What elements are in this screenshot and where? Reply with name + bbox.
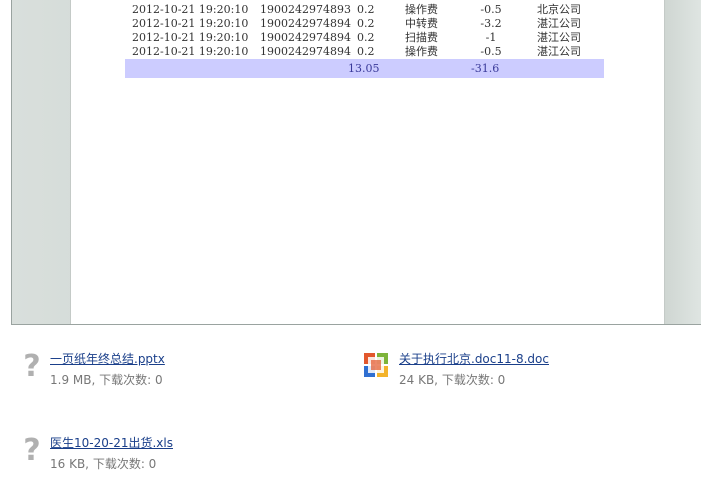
cell-type: 扫描费	[405, 31, 438, 44]
cell-weight: 0.2	[357, 17, 375, 30]
attachment-item: ? 医生10-20-21出货.xls 16 KB, 下载次数: 0	[19, 435, 319, 475]
total-row: 13.05 -31.6	[125, 59, 604, 78]
cell-weight: 0.2	[357, 31, 375, 44]
cell-code: 1900242974894	[260, 45, 351, 58]
cell-type: 操作费	[405, 45, 438, 58]
preview-page: 2012-10-21 19:20:10 1900242974893 0.2 操作…	[70, 0, 665, 324]
attachment-meta: 24 KB, 下载次数: 0	[399, 373, 506, 387]
total-amount: -31.6	[471, 62, 500, 75]
office-doc-icon	[362, 351, 388, 383]
cell-amount: -0.5	[480, 45, 502, 58]
cell-company: 北京公司	[537, 3, 581, 16]
cell-code: 1900242974893	[260, 3, 351, 16]
cell-time: 2012-10-21 19:20:10	[132, 17, 249, 30]
unknown-file-icon: ?	[23, 433, 41, 468]
cell-type: 操作费	[405, 3, 438, 16]
cell-weight: 0.2	[357, 3, 375, 16]
attachment-link[interactable]: 关于执行北京.doc11-8.doc	[399, 351, 549, 367]
cell-amount: -3.2	[480, 17, 502, 30]
unknown-file-icon: ?	[23, 349, 41, 384]
attachment-meta: 1.9 MB, 下载次数: 0	[50, 373, 163, 387]
total-weight: 13.05	[348, 62, 380, 75]
cell-amount: -1	[485, 31, 497, 44]
attachment-meta: 16 KB, 下载次数: 0	[50, 457, 157, 471]
attachment-link[interactable]: 一页纸年终总结.pptx	[50, 351, 165, 367]
cell-amount: -0.5	[480, 3, 502, 16]
cell-time: 2012-10-21 19:20:10	[132, 31, 249, 44]
attachment-item: ? 一页纸年终总结.pptx 1.9 MB, 下载次数: 0	[19, 351, 319, 391]
cell-company: 湛江公司	[537, 17, 581, 30]
attachment-link[interactable]: 医生10-20-21出货.xls	[50, 435, 173, 451]
cell-type: 中转费	[405, 17, 438, 30]
cell-code: 1900242974894	[260, 31, 351, 44]
document-preview[interactable]: 2012-10-21 19:20:10 1900242974893 0.2 操作…	[11, 0, 701, 325]
attachment-item: 关于执行北京.doc11-8.doc 24 KB, 下载次数: 0	[362, 351, 662, 391]
cell-weight: 0.2	[357, 45, 375, 58]
cell-code: 1900242974894	[260, 17, 351, 30]
cell-time: 2012-10-21 19:20:10	[132, 45, 249, 58]
cell-company: 湛江公司	[537, 31, 581, 44]
cell-time: 2012-10-21 19:20:10	[132, 3, 249, 16]
cell-company: 湛江公司	[537, 45, 581, 58]
preview-scroll-area	[665, 0, 701, 324]
